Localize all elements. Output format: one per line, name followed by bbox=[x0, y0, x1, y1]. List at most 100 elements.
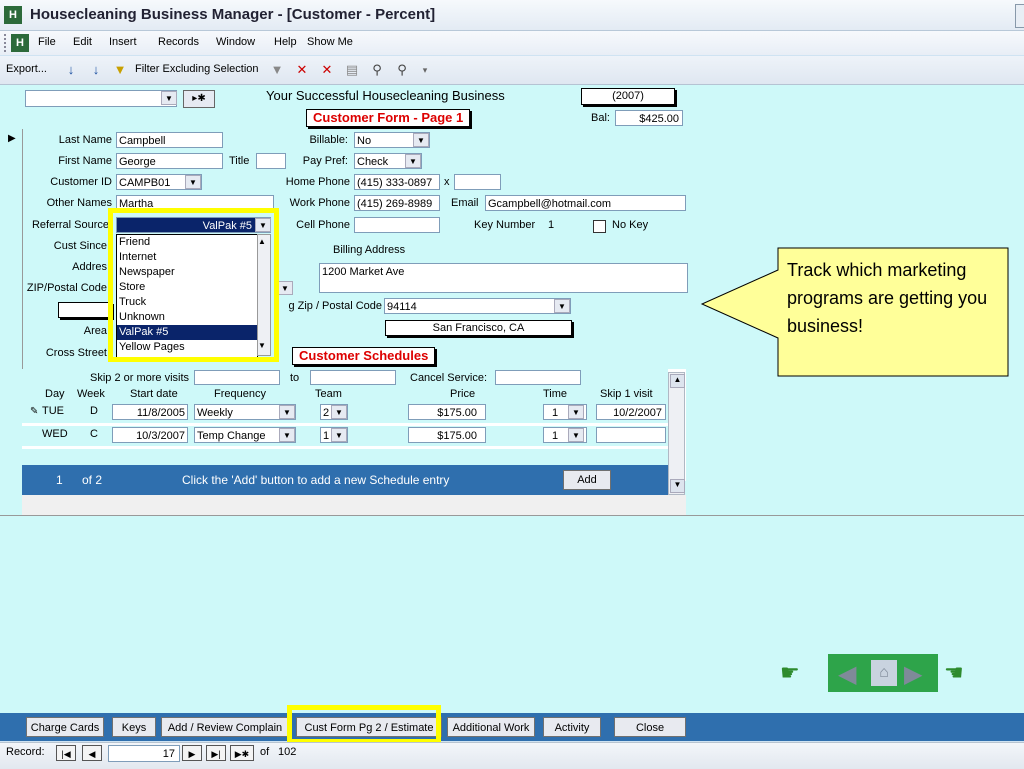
replace-icon[interactable]: ⚲ bbox=[393, 61, 411, 79]
record-position: 1 bbox=[56, 473, 63, 487]
chevron-down-icon[interactable]: ▼ bbox=[277, 281, 293, 295]
window-control-button[interactable] bbox=[1015, 4, 1024, 28]
activity-button[interactable]: Activity bbox=[543, 717, 601, 737]
row-week[interactable]: C bbox=[90, 428, 98, 440]
schedules-scrollbar[interactable] bbox=[668, 372, 685, 495]
row-price[interactable]: $175.00 bbox=[408, 404, 486, 420]
scroll-down-icon[interactable]: ▼ bbox=[670, 479, 685, 493]
title-bar: H Housecleaning Business Manager - [Cust… bbox=[0, 0, 1024, 31]
export-button[interactable]: Export... bbox=[6, 63, 47, 75]
chevron-down-icon[interactable]: ▼ bbox=[185, 175, 201, 189]
menu-file[interactable]: File bbox=[38, 36, 56, 48]
skip-from-field[interactable] bbox=[194, 370, 280, 385]
row-start-date[interactable]: 10/3/2007 bbox=[112, 427, 188, 443]
row-day[interactable]: TUE bbox=[42, 405, 64, 417]
table-row[interactable]: WED C 10/3/2007 Temp Change ▼ 1 ▼ $175.0… bbox=[22, 426, 668, 446]
chevron-down-icon[interactable]: ▼ bbox=[568, 428, 584, 442]
extension-label: x bbox=[444, 176, 450, 188]
next-arrow-icon[interactable]: ▶ bbox=[904, 660, 922, 689]
key-number-value: 1 bbox=[548, 219, 555, 231]
add-review-complaint-button[interactable]: Add / Review Complain bbox=[161, 717, 289, 737]
row-week[interactable]: D bbox=[90, 405, 98, 417]
edit-pencil-icon: ✎ bbox=[30, 406, 39, 417]
chevron-down-icon[interactable]: ▼ bbox=[413, 133, 429, 147]
row-skip-visit[interactable] bbox=[596, 427, 666, 443]
new-record-nav-button[interactable]: ▶✱ bbox=[230, 745, 254, 761]
charge-cards-button[interactable]: Charge Cards bbox=[26, 717, 104, 737]
cancel-service-label: Cancel Service: bbox=[410, 372, 488, 384]
work-phone-field[interactable]: (415) 269-8989 bbox=[354, 195, 440, 211]
extension-field[interactable] bbox=[454, 174, 501, 190]
cust-since-label: Cust Since bbox=[53, 240, 107, 252]
chevron-down-icon[interactable]: ▼ bbox=[405, 154, 421, 168]
find-icon[interactable]: ⚲ bbox=[368, 61, 386, 79]
skip-to-field[interactable] bbox=[310, 370, 396, 385]
menu-window[interactable]: Window bbox=[216, 36, 255, 48]
col-day: Day bbox=[45, 388, 65, 400]
email-field[interactable]: Gcampbell@hotmail.com bbox=[485, 195, 686, 211]
chevron-down-icon[interactable]: ▼ bbox=[568, 405, 584, 419]
next-record-button[interactable]: ▶ bbox=[182, 745, 202, 761]
previous-record-button[interactable]: ◀ bbox=[82, 745, 102, 761]
delete-record-icon[interactable]: ✕ bbox=[318, 61, 336, 79]
toolbar-options-icon[interactable]: ▾ bbox=[416, 61, 434, 79]
menu-records[interactable]: Records bbox=[158, 36, 199, 48]
chevron-down-icon[interactable]: ▼ bbox=[161, 91, 177, 105]
close-button[interactable]: Close bbox=[614, 717, 686, 737]
chevron-down-icon[interactable]: ▼ bbox=[279, 405, 295, 419]
locate-zip-button[interactable] bbox=[58, 302, 112, 318]
previous-arrow-icon[interactable]: ◀ bbox=[838, 660, 856, 689]
no-key-checkbox[interactable] bbox=[593, 220, 606, 233]
home-phone-field[interactable]: (415) 333-0897 bbox=[354, 174, 440, 190]
skip-to-label: to bbox=[290, 372, 300, 384]
chevron-down-icon[interactable]: ▼ bbox=[279, 428, 295, 442]
billing-address-field[interactable]: 1200 Market Ave bbox=[319, 263, 688, 293]
new-row[interactable] bbox=[22, 449, 668, 465]
additional-work-button[interactable]: Additional Work bbox=[447, 717, 535, 737]
city-display: San Francisco, CA bbox=[385, 320, 572, 336]
business-name: Your Successful Housecleaning Business bbox=[266, 88, 505, 103]
chevron-down-icon[interactable]: ▼ bbox=[331, 428, 347, 442]
area-label: Area bbox=[83, 325, 107, 337]
add-schedule-button[interactable]: Add bbox=[563, 470, 611, 490]
last-record-button[interactable]: ▶| bbox=[206, 745, 226, 761]
row-day[interactable]: WED bbox=[42, 428, 68, 440]
menu-insert[interactable]: Insert bbox=[109, 36, 137, 48]
billing-address-label: Billing Address bbox=[333, 244, 406, 256]
keys-button[interactable]: Keys bbox=[112, 717, 156, 737]
button-highlight bbox=[287, 705, 441, 744]
record-number-input[interactable]: 17 bbox=[108, 745, 180, 762]
cross-street-label: Cross Street bbox=[45, 347, 107, 359]
filter-excluding-selection-button[interactable]: Filter Excluding Selection bbox=[135, 63, 259, 75]
form-title: Customer Form - Page 1 bbox=[306, 109, 471, 127]
cell-phone-field[interactable] bbox=[354, 217, 440, 233]
filter-selection-icon[interactable]: ▼ bbox=[111, 61, 129, 79]
title-label: Title bbox=[229, 155, 250, 167]
scroll-up-icon[interactable]: ▲ bbox=[670, 374, 685, 388]
remove-filter-icon[interactable]: ✕ bbox=[293, 61, 311, 79]
menu-show-me[interactable]: Show Me bbox=[307, 36, 353, 48]
first-name-field[interactable]: George bbox=[116, 153, 223, 169]
menu-help[interactable]: Help bbox=[274, 36, 297, 48]
schedules-footer: 1 of 2 Click the 'Add' button to add a n… bbox=[22, 465, 668, 495]
last-name-field[interactable]: Campbell bbox=[116, 132, 223, 148]
new-record-button[interactable]: ▸✱ bbox=[183, 90, 215, 108]
table-row[interactable]: ✎ TUE D 11/8/2005 Weekly ▼ 2 ▼ $175.00 1… bbox=[22, 403, 668, 423]
sort-descending-icon[interactable]: ↓ bbox=[87, 61, 105, 79]
row-start-date[interactable]: 11/8/2005 bbox=[112, 404, 188, 420]
menu-edit[interactable]: Edit bbox=[73, 36, 92, 48]
nav-panel: ◀ ⌂ ▶ bbox=[828, 654, 938, 692]
first-record-button[interactable]: |◀ bbox=[56, 745, 76, 761]
properties-icon[interactable]: ▤ bbox=[343, 61, 361, 79]
cancel-service-field[interactable] bbox=[495, 370, 581, 385]
row-skip-visit[interactable]: 10/2/2007 bbox=[596, 404, 666, 420]
document-icon[interactable]: H bbox=[11, 34, 29, 52]
billing-zip-combo[interactable]: 94114 bbox=[384, 298, 571, 314]
record-nav-combo[interactable] bbox=[25, 90, 177, 107]
row-price[interactable]: $175.00 bbox=[408, 427, 486, 443]
sort-ascending-icon[interactable]: ↓ bbox=[62, 61, 80, 79]
filter-form-icon[interactable]: ▼ bbox=[268, 61, 286, 79]
home-icon[interactable]: ⌂ bbox=[871, 660, 897, 686]
chevron-down-icon[interactable]: ▼ bbox=[331, 405, 347, 419]
chevron-down-icon[interactable]: ▼ bbox=[554, 299, 570, 313]
